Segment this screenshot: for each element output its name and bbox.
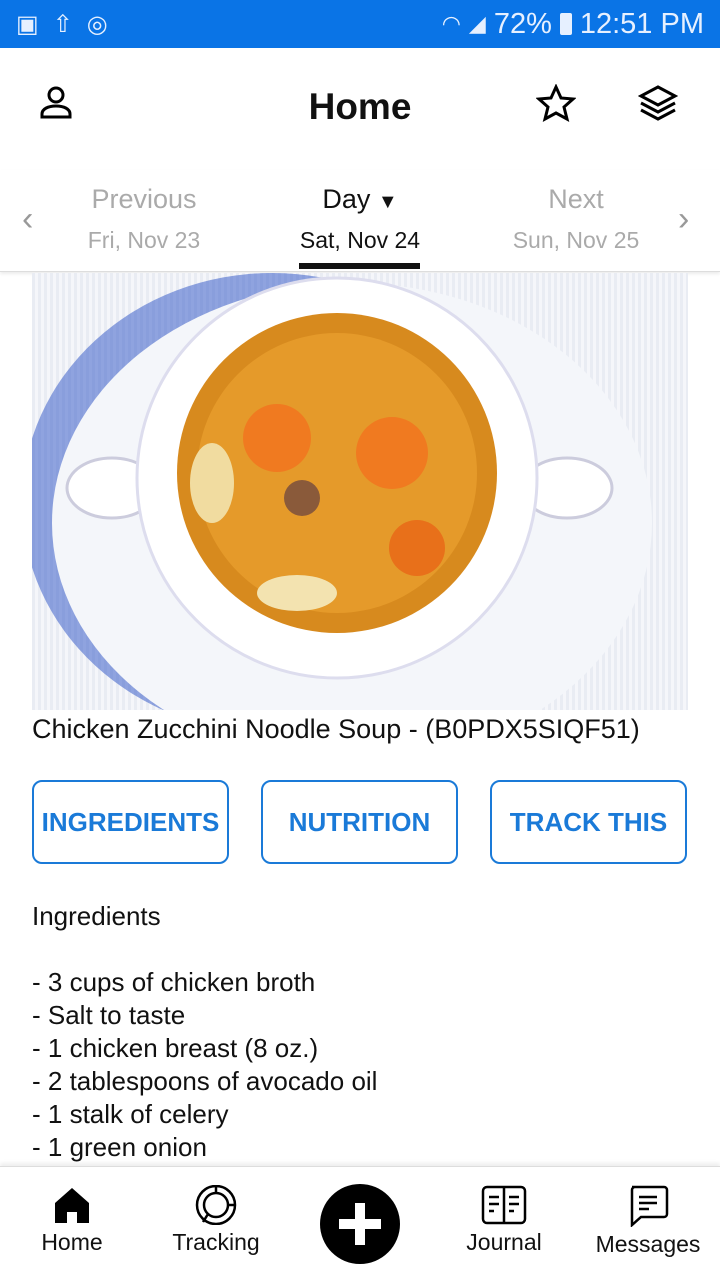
journal-book-icon [481,1185,527,1225]
upload-icon: ⇧ [52,10,73,38]
dropdown-caret-icon: ▼ [377,191,398,213]
status-bar: ▣ ⇧ ◎ ◠ ◢ 72% 12:51 PM [0,0,720,48]
ingredient-item: - 1 chicken breast (8 oz.) [32,1033,319,1063]
battery-level: 72% [493,7,552,40]
recipe-photo [32,273,688,710]
current-day-selector[interactable]: Day ▼ Sat, Nov 24 [270,184,450,254]
tracking-ring-icon [195,1185,237,1225]
profile-icon[interactable] [38,84,74,125]
date-navigator: ‹ Previous Fri, Nov 23 Day ▼ Sat, Nov 24… [0,170,720,272]
tab-messages[interactable]: Messages [578,1185,718,1258]
gallery-icon: ▣ [16,10,39,38]
battery-icon [559,13,572,35]
bottom-navigation: Home Tracking Journal Messages [0,1166,720,1280]
ingredient-item: - 3 cups of chicken broth [32,967,316,997]
ingredient-item: - 1 stalk of celery [32,1099,229,1129]
app-header: Home [0,48,720,166]
add-button[interactable] [320,1184,400,1264]
ingredient-item: - Salt to taste [32,1000,186,1030]
nutrition-button[interactable]: NUTRITION [261,780,458,864]
ingredients-button[interactable]: INGREDIENTS [32,780,229,864]
ingredient-item: - 2 tablespoons of avocado oil [32,1066,378,1096]
tab-tracking[interactable]: Tracking [146,1185,286,1256]
page-title: Home [308,86,412,127]
signal-icon: ◢ [468,11,486,36]
clock: 12:51 PM [579,7,704,40]
track-this-button[interactable]: TRACK THIS [490,780,687,864]
layers-icon[interactable] [637,84,679,127]
star-icon[interactable] [535,83,577,127]
ingredients-heading: Ingredients [32,901,161,931]
previous-day[interactable]: Previous Fri, Nov 23 [54,184,234,254]
selected-indicator [299,263,420,269]
next-day[interactable]: Next Sun, Nov 25 [486,184,666,254]
wifi-icon: ◠ [441,11,461,36]
ingredient-item: - 1 green onion [32,1132,207,1162]
tab-journal[interactable]: Journal [434,1185,574,1256]
plus-icon [339,1203,381,1245]
home-icon [55,1188,89,1223]
chevron-left-icon[interactable]: ‹ [22,200,33,239]
tab-home[interactable]: Home [2,1185,142,1256]
message-bubble-icon [630,1185,669,1227]
recipe-title: Chicken Zucchini Noodle Soup - (B0PDX5SI… [32,714,640,744]
ingredients-section: Ingredients - 3 cups of chicken broth - … [32,900,377,1164]
chevron-right-icon[interactable]: › [678,200,689,239]
check-circle-icon: ◎ [86,10,108,38]
